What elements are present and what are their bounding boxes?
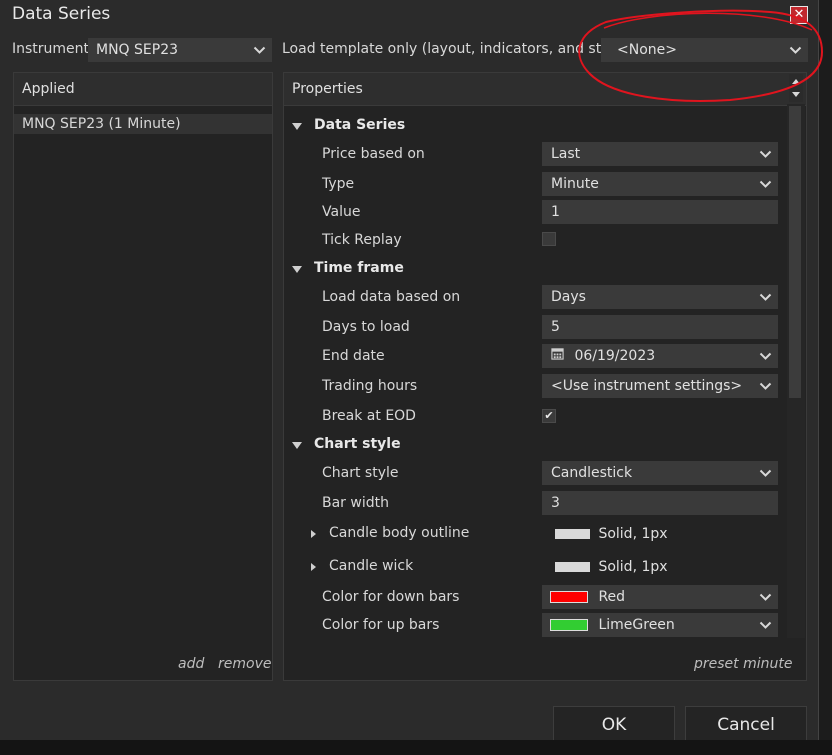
tick-replay-checkbox[interactable]: [542, 232, 556, 246]
template-label: Load template only (layout, indicators, …: [282, 41, 628, 57]
close-icon[interactable]: ✕: [790, 6, 808, 24]
expand-arrow-icon[interactable]: [311, 530, 316, 538]
type-label: Type: [322, 176, 355, 192]
expand-arrow-icon[interactable]: [311, 563, 316, 571]
value-label: Value: [322, 204, 361, 220]
end-date-label: End date: [322, 348, 385, 364]
chevron-down-icon: [759, 613, 772, 637]
collapse-arrow-icon[interactable]: [292, 266, 302, 273]
remove-link[interactable]: remove: [218, 656, 271, 672]
color-swatch-red: [550, 591, 588, 603]
load-data-select[interactable]: Days: [542, 285, 778, 309]
candle-wick-value: Solid, 1px: [598, 559, 668, 575]
applied-header: Applied: [14, 73, 272, 106]
calendar-icon[interactable]: [551, 344, 564, 368]
collapse-arrow-icon[interactable]: [292, 123, 302, 130]
dialog-title: Data Series: [12, 4, 111, 24]
end-date-value: 06/19/2023: [574, 348, 656, 364]
chevron-down-icon: [759, 142, 772, 166]
down-bars-color-select[interactable]: Red: [542, 585, 778, 609]
break-eod-checkbox[interactable]: ✔: [542, 409, 556, 423]
chevron-down-icon: [759, 172, 772, 196]
category-time-frame[interactable]: Time frame: [314, 260, 404, 276]
chevron-down-icon: [759, 461, 772, 485]
break-eod-label: Break at EOD: [322, 408, 416, 424]
bar-width-value: 3: [551, 495, 560, 511]
stroke-swatch: [555, 529, 590, 539]
value-value: 1: [551, 204, 560, 220]
price-based-on-label: Price based on: [322, 146, 425, 162]
load-data-label: Load data based on: [322, 289, 461, 305]
add-link[interactable]: add: [178, 656, 204, 672]
preset-link[interactable]: preset minute: [694, 656, 792, 672]
type-value: Minute: [551, 176, 599, 192]
color-swatch-limegreen: [550, 619, 588, 631]
up-bars-value: LimeGreen: [598, 617, 675, 633]
down-bars-value: Red: [598, 589, 626, 605]
up-bars-label: Color for up bars: [322, 617, 440, 633]
ok-button[interactable]: OK: [553, 706, 675, 744]
chevron-down-icon: [789, 38, 802, 62]
category-chart-style[interactable]: Chart style: [314, 436, 401, 452]
scrollbar-thumb[interactable]: [789, 106, 801, 398]
scroll-up-icon[interactable]: [789, 74, 803, 88]
load-data-value: Days: [551, 289, 586, 305]
up-bars-color-select[interactable]: LimeGreen: [542, 613, 778, 637]
value-input[interactable]: 1: [542, 200, 778, 224]
days-to-load-input[interactable]: 5: [542, 315, 778, 339]
cancel-button[interactable]: Cancel: [685, 706, 807, 744]
data-series-dialog: Data Series ✕ Instrument MNQ SEP23 Load …: [0, 0, 819, 752]
chart-style-label: Chart style: [322, 465, 399, 481]
stroke-swatch: [555, 562, 590, 572]
candle-wick-label: Candle wick: [329, 558, 414, 574]
applied-list-item[interactable]: MNQ SEP23 (1 Minute): [14, 114, 272, 134]
instrument-value: MNQ SEP23: [96, 42, 179, 58]
desktop-background: [0, 740, 832, 755]
price-based-on-value: Last: [551, 146, 581, 162]
tick-replay-label: Tick Replay: [322, 232, 402, 248]
category-data-series[interactable]: Data Series: [314, 117, 405, 133]
applied-item-label: MNQ SEP23 (1 Minute): [22, 116, 181, 132]
title-bar: Data Series ✕: [0, 0, 818, 30]
bar-width-input[interactable]: 3: [542, 491, 778, 515]
candle-body-label: Candle body outline: [329, 525, 470, 541]
check-icon: ✔: [544, 409, 554, 422]
template-value: <None>: [617, 42, 677, 58]
days-to-load-label: Days to load: [322, 319, 410, 335]
end-date-picker[interactable]: 06/19/2023: [542, 344, 778, 368]
trading-hours-value: <Use instrument settings>: [551, 378, 743, 394]
collapse-arrow-icon[interactable]: [292, 442, 302, 449]
instrument-select[interactable]: MNQ SEP23: [88, 38, 272, 62]
chevron-down-icon: [759, 344, 772, 368]
chart-style-value: Candlestick: [551, 465, 633, 481]
template-select[interactable]: <None>: [601, 38, 808, 62]
instrument-label: Instrument: [12, 41, 90, 57]
chevron-down-icon: [759, 285, 772, 309]
days-to-load-value: 5: [551, 319, 560, 335]
down-bars-label: Color for down bars: [322, 589, 460, 605]
candle-body-stroke[interactable]: Solid, 1px: [555, 522, 668, 546]
price-based-on-select[interactable]: Last: [542, 142, 778, 166]
bar-width-label: Bar width: [322, 495, 389, 511]
chevron-down-icon: [759, 585, 772, 609]
trading-hours-select[interactable]: <Use instrument settings>: [542, 374, 778, 398]
scroll-down-icon[interactable]: [789, 88, 803, 102]
properties-header: Properties: [284, 73, 806, 106]
type-select[interactable]: Minute: [542, 172, 778, 196]
candle-body-value: Solid, 1px: [598, 526, 668, 542]
applied-panel: Applied: [13, 72, 273, 681]
chevron-down-icon: [253, 38, 266, 62]
trading-hours-label: Trading hours: [322, 378, 418, 394]
chart-style-select[interactable]: Candlestick: [542, 461, 778, 485]
candle-wick-stroke[interactable]: Solid, 1px: [555, 555, 668, 579]
chevron-down-icon: [759, 374, 772, 398]
